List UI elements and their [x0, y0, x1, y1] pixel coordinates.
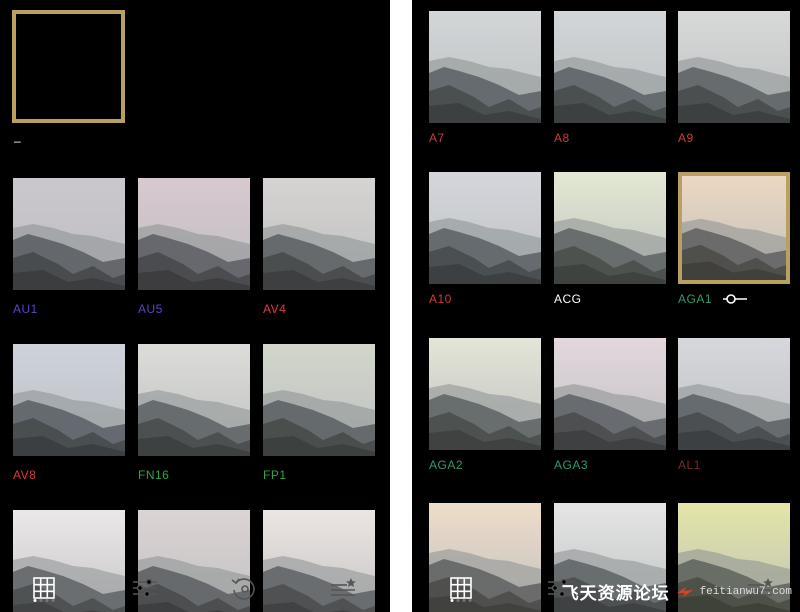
filter-thumbnail[interactable]	[263, 178, 375, 290]
filter-thumbnail[interactable]	[138, 178, 250, 290]
filter-label: ACG	[554, 292, 582, 306]
undo-icon[interactable]	[226, 570, 262, 606]
grid-icon[interactable]	[443, 570, 479, 606]
page-dots	[33, 599, 55, 602]
filter-thumbnail[interactable]	[678, 11, 790, 123]
page-dots	[450, 599, 472, 602]
filter-label: A8	[554, 131, 570, 145]
filter-label: AGA2	[429, 458, 464, 472]
filter-thumbnail[interactable]	[678, 338, 790, 450]
filter-label: A7	[429, 131, 445, 145]
filter-thumbnail[interactable]	[263, 344, 375, 456]
filter-label: AU5	[138, 302, 163, 316]
filter-label: AL1	[678, 458, 701, 472]
grid-icon[interactable]	[26, 570, 62, 606]
filter-thumbnail[interactable]	[13, 178, 125, 290]
left-bottom-nav	[0, 562, 390, 612]
filter-thumbnail[interactable]	[429, 338, 541, 450]
filter-label: AU1	[13, 302, 38, 316]
filter-label: AV8	[13, 468, 37, 482]
filter-thumbnail[interactable]	[554, 172, 666, 284]
watermark-url: feitianwu7.com	[699, 585, 792, 598]
filter-label: A9	[678, 131, 694, 145]
filter-label: FN16	[138, 468, 170, 482]
original-thumbnail[interactable]	[12, 10, 125, 123]
watermark-title: 飞天资源论坛	[561, 584, 670, 603]
filter-thumbnail[interactable]	[138, 344, 250, 456]
sliders-icon[interactable]	[127, 570, 163, 606]
filter-thumbnail[interactable]	[13, 344, 125, 456]
original-label: –	[14, 134, 22, 148]
left-panel: – AU1 AU5 AV4 AV8 FN16 FP1	[0, 0, 390, 612]
favorites-icon[interactable]	[325, 570, 361, 606]
watermark-logo-icon	[676, 586, 693, 597]
filter-label: AV4	[263, 302, 287, 316]
filter-label: AGA1	[678, 292, 713, 306]
filter-label: FP1	[263, 468, 287, 482]
filter-thumbnail[interactable]	[554, 338, 666, 450]
filter-label: AGA3	[554, 458, 589, 472]
filter-thumbnail[interactable]	[429, 11, 541, 123]
filter-thumbnail[interactable]	[678, 172, 790, 284]
watermark: 飞天资源论坛 feitianwu7.com	[562, 579, 792, 604]
adjust-strength-icon[interactable]	[722, 292, 748, 311]
right-panel: A7 A8 A9 A10 ACG AGA1 AGA2 AGA3 AL1 飞天资源论坛 feiti…	[412, 0, 800, 612]
filter-thumbnail[interactable]	[554, 11, 666, 123]
filter-label: A10	[429, 292, 452, 306]
filter-thumbnail[interactable]	[429, 172, 541, 284]
